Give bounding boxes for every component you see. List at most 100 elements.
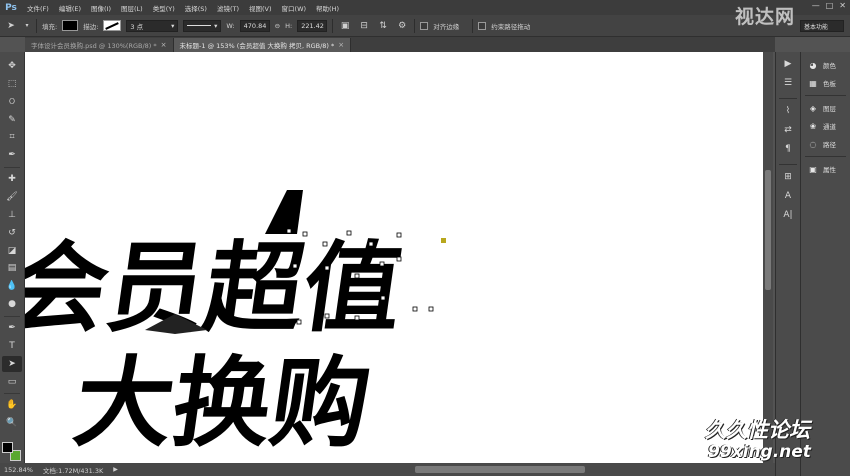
height-field[interactable]: 221.42 <box>297 19 328 32</box>
vertical-scrollbar[interactable] <box>763 52 773 463</box>
panel-swatches[interactable]: ▦ 色板 <box>801 74 850 92</box>
tab-document-1[interactable]: 字体设计会员换购.psd @ 130%(RGB/8) * × <box>25 38 174 52</box>
constrain-path-checkbox[interactable] <box>478 21 487 30</box>
panel-properties[interactable]: ▣ 属性 <box>801 160 850 178</box>
marquee-tool-icon[interactable]: ⬚ <box>2 76 22 92</box>
hand-tool-icon[interactable]: ✋ <box>2 397 22 413</box>
path-operations-icon[interactable]: ▣ <box>338 19 352 33</box>
document-tabs: 字体设计会员换购.psd @ 130%(RGB/8) * × 未标题-1 @ 1… <box>25 37 775 52</box>
close-icon[interactable]: × <box>161 41 167 49</box>
vertical-scroll-thumb[interactable] <box>765 170 771 290</box>
link-icon[interactable]: ⊖ <box>275 22 280 30</box>
lasso-tool-icon[interactable]: ଠ <box>2 94 22 110</box>
paths-icon: ◌ <box>809 139 817 149</box>
workspace-select[interactable]: 基本功能 <box>800 20 844 32</box>
brush-tool-icon[interactable]: 🖌 <box>2 189 22 205</box>
horizontal-scrollbar[interactable] <box>170 463 775 476</box>
document-canvas[interactable]: 会员超值 大换购 <box>25 52 763 463</box>
move-tool-icon[interactable]: ✥ <box>2 58 22 74</box>
separator <box>779 98 797 99</box>
dodge-tool-icon[interactable]: ● <box>2 296 22 312</box>
stroke-width-select[interactable]: 3 点 ▾ <box>126 19 179 32</box>
gradient-tool-icon[interactable]: ▤ <box>2 260 22 276</box>
menu-layer[interactable]: 图层(L) <box>116 3 148 13</box>
menu-file[interactable]: 文件(F) <box>22 3 54 13</box>
separator <box>472 18 474 33</box>
status-menu-arrow-icon[interactable]: ▶ <box>113 466 118 473</box>
tab-document-2[interactable]: 未标题-1 @ 153% (会员超值 大换购 拷贝, RGB/8) * × <box>173 38 352 52</box>
tab-label: 未标题-1 @ 153% (会员超值 大换购 拷贝, RGB/8) * <box>179 42 335 50</box>
close-icon[interactable]: × <box>338 41 344 49</box>
stroke-swatch[interactable] <box>103 20 122 31</box>
options-bar: ➤ ▾ 填充: 描边: 3 点 ▾ ▾ W: 470.84 ⊖ H: 221.4… <box>0 15 850 37</box>
panel-color[interactable]: ◕ 颜色 <box>801 56 850 74</box>
brush-preset-icon[interactable]: ⌇ <box>779 103 797 119</box>
eyedropper-tool-icon[interactable]: ✒ <box>2 147 22 163</box>
artwork-line-2: 大换购 <box>68 347 378 460</box>
path-select-tool-icon[interactable]: ➤ <box>2 355 22 372</box>
zoom-tool-icon[interactable]: 🔍 <box>2 415 22 431</box>
quick-select-tool-icon[interactable]: ✎ <box>2 112 22 128</box>
menu-help[interactable]: 帮助(H) <box>311 3 344 13</box>
channels-icon: ❀ <box>809 121 817 131</box>
eraser-tool-icon[interactable]: ◪ <box>2 243 22 259</box>
panel-paths[interactable]: ◌ 路径 <box>801 135 850 153</box>
horizontal-scroll-thumb[interactable] <box>415 466 585 473</box>
artwork-line-1: 会员超值 <box>25 232 410 345</box>
history-brush-tool-icon[interactable]: ↺ <box>2 225 22 241</box>
chevron-down-icon: ▾ <box>214 21 218 30</box>
path-select-tool-icon[interactable]: ➤ <box>4 19 18 33</box>
maximize-icon[interactable]: □ <box>826 1 834 10</box>
watermark-top: 视达网 <box>735 6 796 28</box>
panel-layers[interactable]: ◈ 图层 <box>801 99 850 117</box>
blur-tool-icon[interactable]: 💧 <box>2 278 22 294</box>
fill-swatch[interactable] <box>62 20 79 31</box>
pen-tool-icon[interactable]: ✒ <box>2 320 22 336</box>
menu-type[interactable]: 类型(Y) <box>148 3 180 13</box>
type-tool-icon[interactable]: T <box>2 338 22 354</box>
clone-source-icon[interactable]: ⊞ <box>779 169 797 185</box>
path-arrangement-icon[interactable]: ⇅ <box>376 19 390 33</box>
stroke-label: 描边: <box>83 22 99 31</box>
crop-tool-icon[interactable]: ⌗ <box>2 129 22 145</box>
stamp-tool-icon[interactable]: ⊥ <box>2 207 22 223</box>
paragraph-icon[interactable]: ¶ <box>779 141 797 157</box>
tab-label: 字体设计会员换购.psd @ 130%(RGB/8) * <box>31 42 157 50</box>
separator <box>805 95 846 96</box>
panel-channels[interactable]: ❀ 通道 <box>801 117 850 135</box>
zoom-level[interactable]: 152.84% <box>4 466 33 474</box>
menu-edit[interactable]: 编辑(E) <box>54 3 86 13</box>
menu-select[interactable]: 选择(S) <box>180 3 212 13</box>
gear-icon[interactable]: ⚙ <box>395 19 409 33</box>
path-alignment-icon[interactable]: ⊟ <box>357 19 371 33</box>
menu-filter[interactable]: 滤镜(T) <box>212 3 244 13</box>
separator <box>805 156 846 157</box>
menu-window[interactable]: 窗口(W) <box>277 3 312 13</box>
stroke-type-select[interactable]: ▾ <box>183 19 222 32</box>
align-edges-checkbox[interactable] <box>420 21 429 30</box>
menu-view[interactable]: 视图(V) <box>244 3 277 13</box>
adjust-icon[interactable]: ⇄ <box>779 122 797 138</box>
menu-image[interactable]: 图像(I) <box>86 3 116 13</box>
panel-label: 属性 <box>823 166 836 174</box>
stroke-line-preview <box>187 25 212 26</box>
history-icon[interactable]: ▶ <box>779 56 797 72</box>
close-icon[interactable]: ✕ <box>839 1 846 10</box>
healing-tool-icon[interactable]: ✚ <box>2 171 22 187</box>
w-label: W: <box>226 21 235 30</box>
window-controls: — □ ✕ <box>812 1 846 10</box>
foreground-color-swatch[interactable] <box>2 442 13 454</box>
separator <box>414 18 416 33</box>
separator <box>4 393 20 395</box>
separator <box>332 18 334 33</box>
tool-preset-chevron-icon[interactable]: ▾ <box>23 19 31 33</box>
width-field[interactable]: 470.84 <box>239 19 270 32</box>
minimize-icon[interactable]: — <box>812 1 820 10</box>
actions-icon[interactable]: ☰ <box>779 75 797 91</box>
panel-dock-labeled: ◕ 颜色 ▦ 色板 ◈ 图层 ❀ 通道 ◌ 路径 ▣ 属性 <box>800 52 850 476</box>
artwork-stroke-flourish <box>265 190 303 234</box>
shape-tool-icon[interactable]: ▭ <box>2 374 22 390</box>
character-icon[interactable]: A <box>779 188 797 204</box>
char-style-icon[interactable]: A| <box>779 207 797 223</box>
swatches-icon: ▦ <box>809 78 817 88</box>
